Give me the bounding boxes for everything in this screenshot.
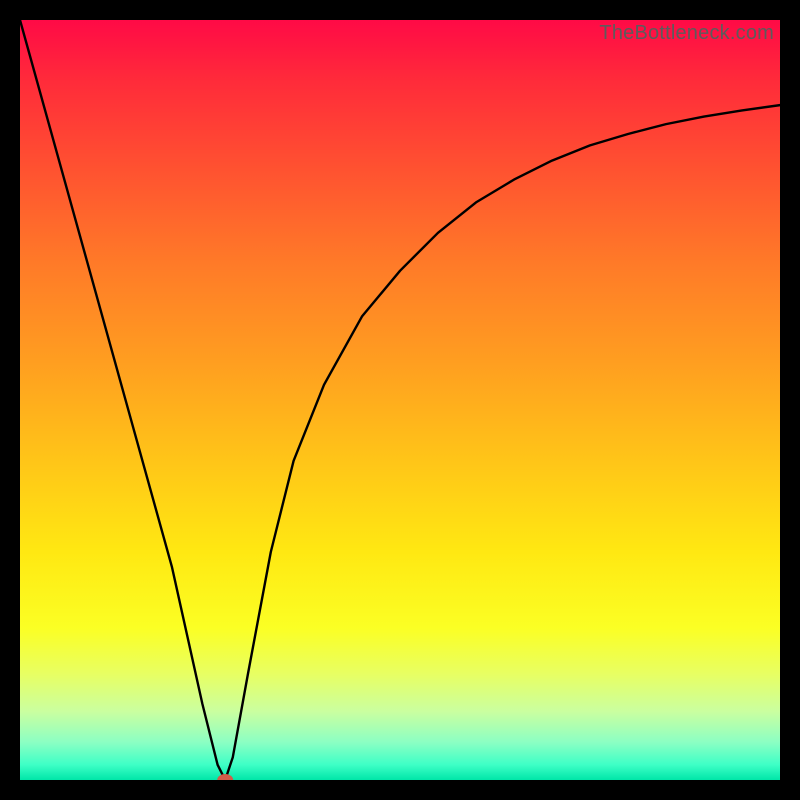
bottleneck-curve: [20, 20, 780, 780]
plot-area: TheBottleneck.com: [20, 20, 780, 780]
watermark-text: TheBottleneck.com: [599, 22, 774, 45]
min-point-marker: [217, 774, 233, 780]
chart-frame: TheBottleneck.com: [0, 0, 800, 800]
chart-overlay: [20, 20, 780, 780]
